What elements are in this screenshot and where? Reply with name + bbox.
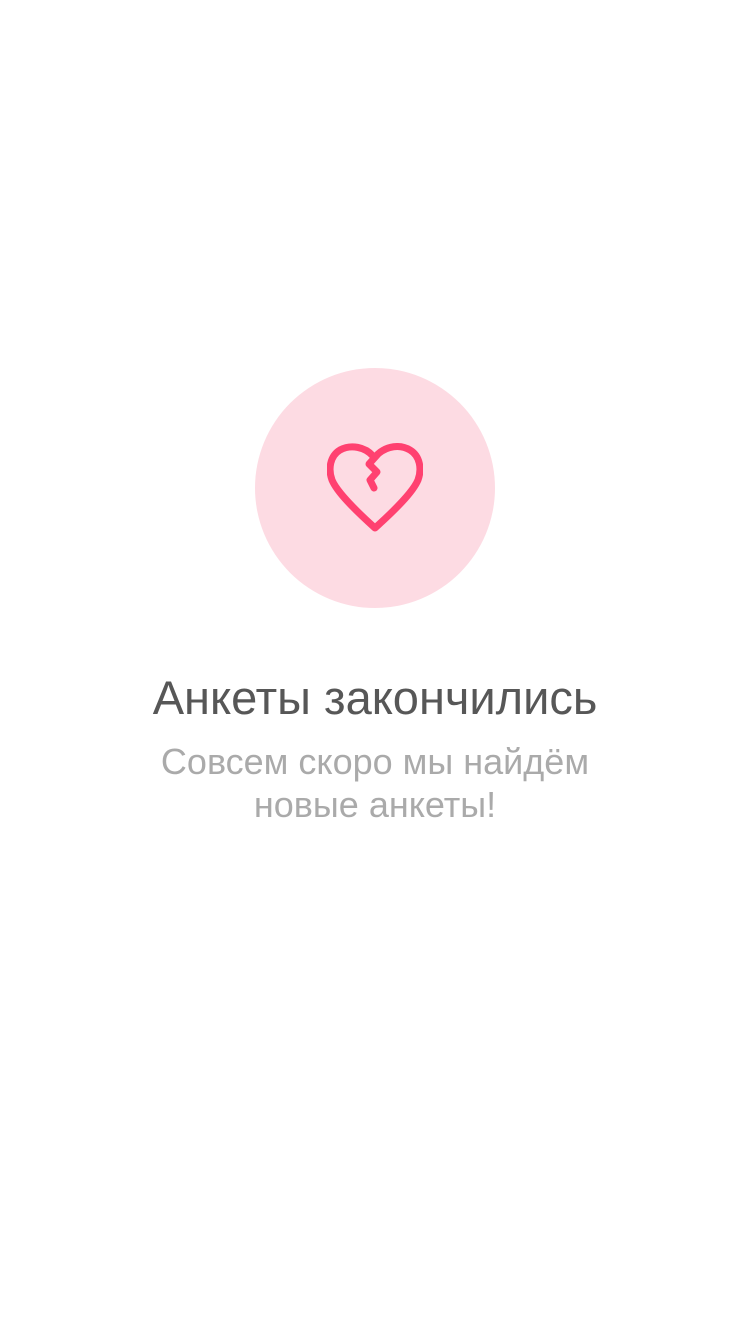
empty-state: Анкеты закончились Совсем скоро мы найдё… xyxy=(0,368,750,826)
broken-heart-icon xyxy=(327,443,423,532)
empty-state-title: Анкеты закончились xyxy=(152,671,598,724)
empty-state-subtitle: Совсем скоро мы найдём новые анкеты! xyxy=(160,741,590,825)
screen: Анкеты закончились Совсем скоро мы найдё… xyxy=(0,0,750,1334)
icon-circle xyxy=(255,368,495,608)
